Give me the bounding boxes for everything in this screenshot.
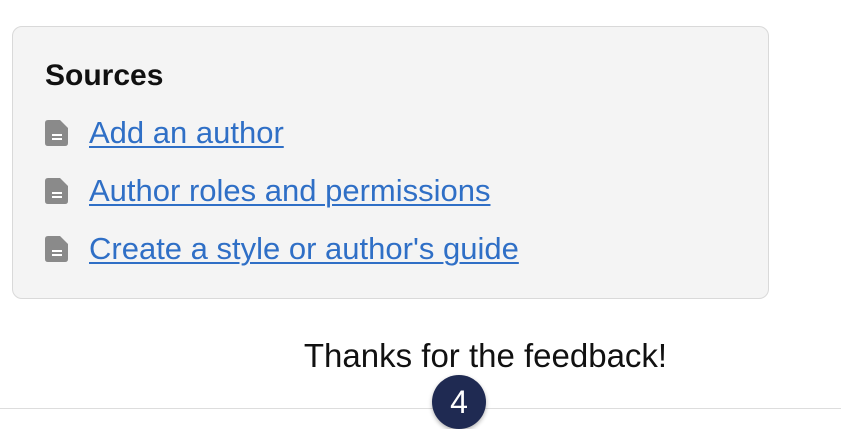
sources-title: Sources [45,59,164,92]
sources-panel: Sources Add an author Author roles and p [12,26,769,299]
feedback-message: Thanks for the feedback! [303,337,668,374]
divider [0,408,841,409]
source-link-style-guide[interactable]: Create a style or author's guide [89,229,519,269]
document-icon [45,120,69,146]
document-icon [45,178,69,204]
source-item: Add an author [45,113,284,153]
source-item: Create a style or author's guide [45,229,519,269]
source-item: Author roles and permissions [45,171,490,211]
document-icon [45,236,69,262]
source-link-add-an-author[interactable]: Add an author [89,113,284,153]
source-link-author-roles[interactable]: Author roles and permissions [89,171,490,211]
count-badge[interactable]: 4 [432,375,486,429]
